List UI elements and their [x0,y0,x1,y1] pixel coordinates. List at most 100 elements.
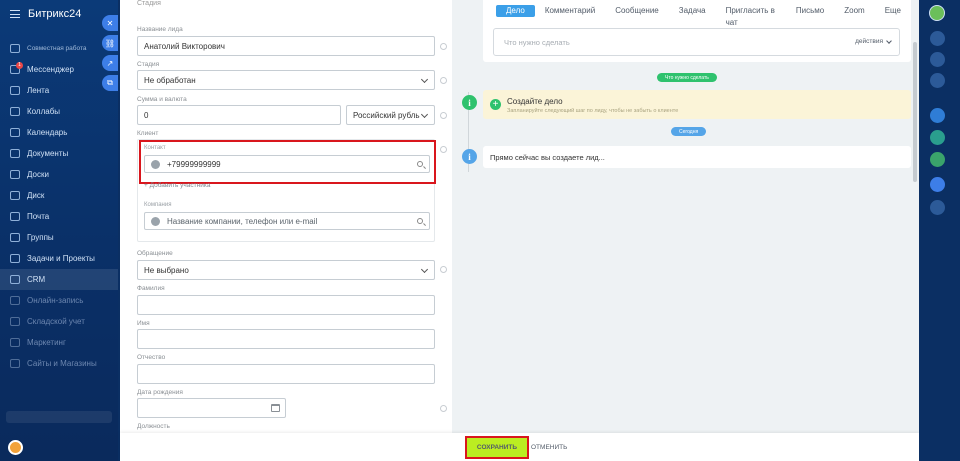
firstname-field[interactable] [137,329,435,349]
contact-search-input[interactable]: +79999999999 [144,155,430,173]
sidebar-item-label: Мессенджер [27,65,74,74]
contact-avatar-icon[interactable] [930,108,945,123]
sidebar-item[interactable]: Документы [0,143,118,164]
sidebar-item[interactable]: Совместная работа [0,38,118,59]
plus-icon[interactable]: + [490,99,501,110]
lastname-label: Фамилия [137,285,165,292]
activity-editor: Дело Комментарий Сообщение Задача Пригласить… [483,0,911,62]
company-placeholder: Название компании, телефон или e-mail [167,216,318,226]
sidebar-item-label: Маркетинг [27,338,66,347]
search-icon[interactable] [417,218,423,224]
save-button[interactable]: СОХРАНИТЬ [465,436,529,459]
stage-select[interactable]: Не обработан [137,70,435,90]
gear-icon[interactable] [440,112,447,119]
lead-form: Стадия Название лида Анатолий Викторович… [120,0,452,433]
middlename-label: Отчество [137,354,166,361]
sidebar-item[interactable]: Задачи и Проекты [0,248,118,269]
amount-field[interactable]: 0 [137,105,341,125]
new-window-icon[interactable]: ↗ [102,55,118,71]
group-chat-icon[interactable] [930,152,945,167]
sidebar-item-label: Группы [27,233,54,242]
cancel-button[interactable]: ОТМЕНИТЬ [531,438,567,457]
lead-name-label: Название лида [137,26,183,33]
gear-icon[interactable] [440,77,447,84]
company-icon [151,217,160,226]
sidebar-item-icon [10,275,20,284]
sidebar-item[interactable]: Доски [0,164,118,185]
close-icon[interactable]: ✕ [102,15,118,31]
sidebar-item-label: Сайты и Магазины [27,359,97,368]
gear-icon[interactable] [440,43,447,50]
sidebar-item[interactable]: Лента [0,80,118,101]
timeline-tab[interactable]: Пригласить в чат [716,5,786,27]
sidebar-item[interactable]: Онлайн-запись [0,290,118,311]
scrollbar[interactable] [913,42,917,182]
contact-avatar-icon[interactable] [930,177,945,192]
lead-slider-panel: Стадия Название лида Анатолий Викторович… [120,0,919,461]
currency-select[interactable]: Российский рубль [346,105,435,125]
contact-value: +79999999999 [167,159,221,169]
salutation-select[interactable]: Не выбрано [137,260,435,280]
user-avatar[interactable] [929,5,945,21]
sidebar-item-label: Диск [27,191,45,200]
group-chat-icon[interactable] [930,130,945,145]
lastname-field[interactable] [137,295,435,315]
company-search-input[interactable]: Название компании, телефон или e-mail [144,212,430,230]
todo-input[interactable]: Что нужно сделать действия [493,28,900,56]
form-section-header: Стадия [137,0,161,7]
user-avatar[interactable] [8,440,23,455]
gear-icon[interactable] [440,266,447,273]
open-lines-icon[interactable] [930,73,945,88]
sidebar-item-icon [10,86,20,95]
sidebar-item[interactable]: Мессенджер 1 [0,59,118,80]
birthdate-field[interactable] [137,398,286,418]
gear-icon[interactable] [440,146,447,153]
add-participant-link[interactable]: + Добавить участника [144,182,210,189]
info-icon: i [462,95,477,110]
sidebar-item[interactable]: Диск [0,185,118,206]
timeline-tab[interactable]: Письмо [786,5,834,17]
sidebar-item-icon [10,212,20,221]
lead-name-field[interactable]: Анатолий Викторович [137,36,435,56]
link-icon[interactable]: ⛓ [102,35,118,51]
sidebar-item[interactable]: Группы [0,227,118,248]
sidebar-item-icon [10,296,20,305]
search-icon[interactable] [417,161,423,167]
timeline-tab[interactable]: Сообщение [605,5,669,17]
brand[interactable]: Битрикс24 [10,8,81,20]
sidebar-item-label: Коллабы [27,107,61,116]
timeline-tab[interactable]: Дело [496,5,535,17]
create-activity-card[interactable]: + Создайте дело Запланируйте следующий ш… [483,90,911,119]
sidebar-item-icon [10,338,20,347]
sidebar-item-label: Календарь [27,128,68,137]
sidebar-item-label: Складской учет [27,317,85,326]
sidebar-item[interactable]: Почта [0,206,118,227]
copy-icon[interactable]: ⧉ [102,75,118,91]
calendar-icon[interactable] [271,404,280,412]
slider-side-buttons: ✕ ⛓ ↗ ⧉ [102,15,118,95]
sidebar-item[interactable]: Маркетинг [0,332,118,353]
chat-icon[interactable] [930,52,945,67]
gear-icon[interactable] [440,405,447,412]
group-chat-icon[interactable] [930,200,945,215]
sidebar-item-icon [10,44,20,53]
sidebar-item[interactable]: Календарь [0,122,118,143]
sidebar-item-icon [10,254,20,263]
bell-icon[interactable] [930,31,945,46]
timeline-now-card: Прямо сейчас вы создаете лид... [483,146,911,168]
timeline-tab[interactable]: Zoom [834,5,874,17]
sidebar-item[interactable]: CRM [0,269,118,290]
actions-dropdown[interactable]: действия [855,38,883,45]
sidebar-item[interactable]: Коллабы [0,101,118,122]
timeline-tab[interactable]: Еще [875,5,911,17]
timeline-tab[interactable]: Задача [669,5,716,17]
timeline-tab[interactable]: Комментарий [535,5,605,17]
sidebar-item-label: Совместная работа [27,45,87,52]
sidebar-item[interactable]: Складской учет [0,311,118,332]
middlename-field[interactable] [137,364,435,384]
menu-icon[interactable] [10,10,20,18]
activity-tabs: Дело Комментарий Сообщение Задача Пригласить… [496,5,911,27]
sidebar-item[interactable]: Сайты и Магазины [0,353,118,374]
sidebar-item-icon [10,107,20,116]
right-rail [919,0,960,461]
